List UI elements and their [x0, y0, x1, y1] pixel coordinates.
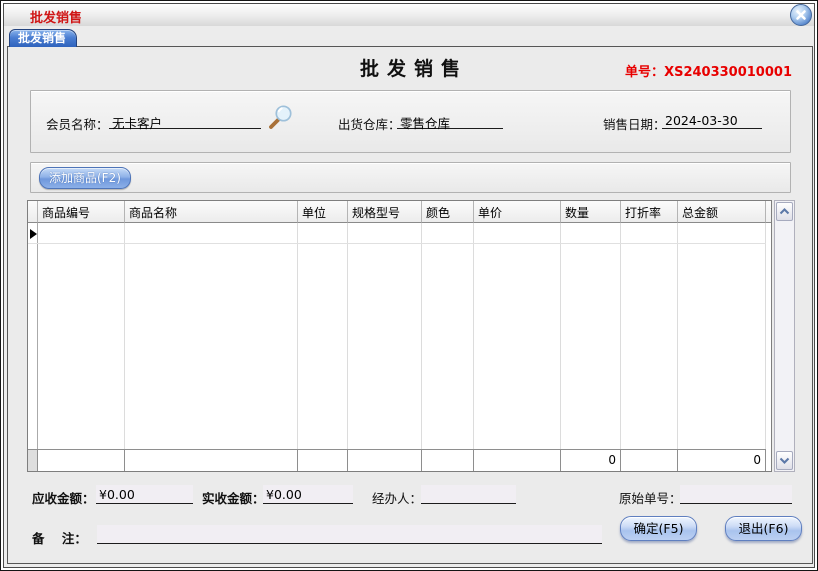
summary-cell — [125, 449, 298, 471]
receivable-amount-label: 应收金额： — [32, 488, 95, 507]
summary-amount-total: 0 — [678, 449, 766, 471]
scroll-up-button[interactable] — [776, 202, 793, 221]
grid-selector-column — [28, 223, 38, 449]
grid-column-line — [38, 223, 125, 449]
received-amount-value: ¥0.00 — [266, 487, 302, 502]
window-titlebar[interactable]: 批发销售 — [4, 4, 814, 26]
grid-header-total-amount: 总金额 — [678, 201, 766, 223]
close-icon — [795, 9, 807, 21]
operator-field[interactable] — [421, 485, 516, 504]
toolbar-box: 添加商品(F2) — [30, 162, 791, 193]
sale-date-value: 2024-03-30 — [665, 113, 738, 128]
receivable-amount-value: ¥0.00 — [99, 487, 135, 502]
tab-page-panel: 批发销售 单号：XS240330010001 会员名称： 无卡客户 出货仓库： … — [7, 46, 813, 564]
confirm-button[interactable]: 确定(F5) — [620, 516, 697, 541]
grid-column-line — [125, 223, 298, 449]
warehouse-label: 出货仓库： — [338, 114, 401, 133]
grid-summary-row: 0 0 — [28, 449, 766, 471]
sale-date-label: 销售日期： — [603, 114, 666, 133]
grid-column-line — [621, 223, 678, 449]
grid-header-unit-price: 单价 — [474, 201, 561, 223]
summary-selector-cell — [28, 449, 38, 471]
grid-column-line — [561, 223, 621, 449]
grid-header-filler — [766, 201, 771, 223]
chevron-up-icon — [779, 208, 790, 215]
grid-header-quantity: 数量 — [561, 201, 621, 223]
grid-body[interactable] — [28, 223, 771, 449]
wholesale-sales-window: 批发销售 批发销售 批发销售 单号：XS240330010001 会员名称： 无… — [0, 0, 818, 571]
tab-label: 批发销售 — [18, 31, 66, 45]
grid-header-discount-rate: 打折率 — [621, 201, 678, 223]
summary-quantity-total: 0 — [561, 449, 621, 471]
product-grid[interactable]: 商品编号 商品名称 单位 规格型号 颜色 单价 数量 打折率 总金额 — [27, 200, 772, 472]
sale-date-field[interactable]: 2024-03-30 — [662, 111, 762, 129]
chevron-down-icon — [779, 457, 790, 464]
summary-cell — [621, 449, 678, 471]
remark-field[interactable] — [97, 525, 602, 544]
received-amount-label: 实收金额： — [202, 488, 265, 507]
grid-vertical-scrollbar[interactable] — [774, 200, 795, 472]
row-indicator-icon — [30, 229, 37, 239]
summary-cell — [38, 449, 125, 471]
original-order-field[interactable] — [680, 485, 792, 504]
current-row-divider — [28, 243, 766, 244]
received-amount-field[interactable]: ¥0.00 — [263, 485, 353, 504]
summary-cell — [298, 449, 348, 471]
summary-cell — [474, 449, 561, 471]
header-fields-box: 会员名称： 无卡客户 出货仓库： 零售仓库 销售日期： 2024-03-30 — [30, 90, 791, 153]
scroll-down-button[interactable] — [776, 451, 793, 470]
grid-column-line — [474, 223, 561, 449]
member-name-label: 会员名称： — [46, 114, 109, 133]
grid-header-row: 商品编号 商品名称 单位 规格型号 颜色 单价 数量 打折率 总金额 — [28, 201, 771, 223]
grid-column-line — [678, 223, 766, 449]
original-order-label: 原始单号： — [619, 488, 682, 507]
grid-column-line — [348, 223, 422, 449]
member-name-value: 无卡客户 — [112, 116, 162, 131]
add-product-button[interactable]: 添加商品(F2) — [39, 167, 131, 189]
grid-header-product-name: 商品名称 — [125, 201, 298, 223]
grid-header-spec-model: 规格型号 — [348, 201, 422, 223]
summary-cell — [348, 449, 422, 471]
grid-header-selector — [28, 201, 38, 223]
member-search-icon[interactable] — [267, 104, 294, 131]
order-number-label: 单号： — [625, 65, 664, 80]
grid-header-product-code: 商品编号 — [38, 201, 125, 223]
grid-column-line — [422, 223, 474, 449]
grid-header-color: 颜色 — [422, 201, 474, 223]
close-button[interactable] — [790, 4, 812, 26]
receivable-amount-field[interactable]: ¥0.00 — [96, 485, 193, 504]
order-number: 单号：XS240330010001 — [625, 61, 792, 80]
member-name-field[interactable]: 无卡客户 — [109, 111, 261, 129]
order-number-value: XS240330010001 — [664, 65, 792, 80]
grid-header-unit: 单位 — [298, 201, 348, 223]
summary-cell — [422, 449, 474, 471]
exit-button[interactable]: 退出(F6) — [725, 516, 802, 541]
grid-column-line — [298, 223, 348, 449]
operator-label: 经办人： — [372, 488, 422, 507]
window-title: 批发销售 — [30, 7, 82, 26]
tab-wholesale-sales[interactable]: 批发销售 — [9, 29, 77, 47]
warehouse-field[interactable]: 零售仓库 — [397, 111, 503, 129]
warehouse-value: 零售仓库 — [400, 116, 450, 131]
remark-label: 备 注： — [32, 528, 87, 547]
